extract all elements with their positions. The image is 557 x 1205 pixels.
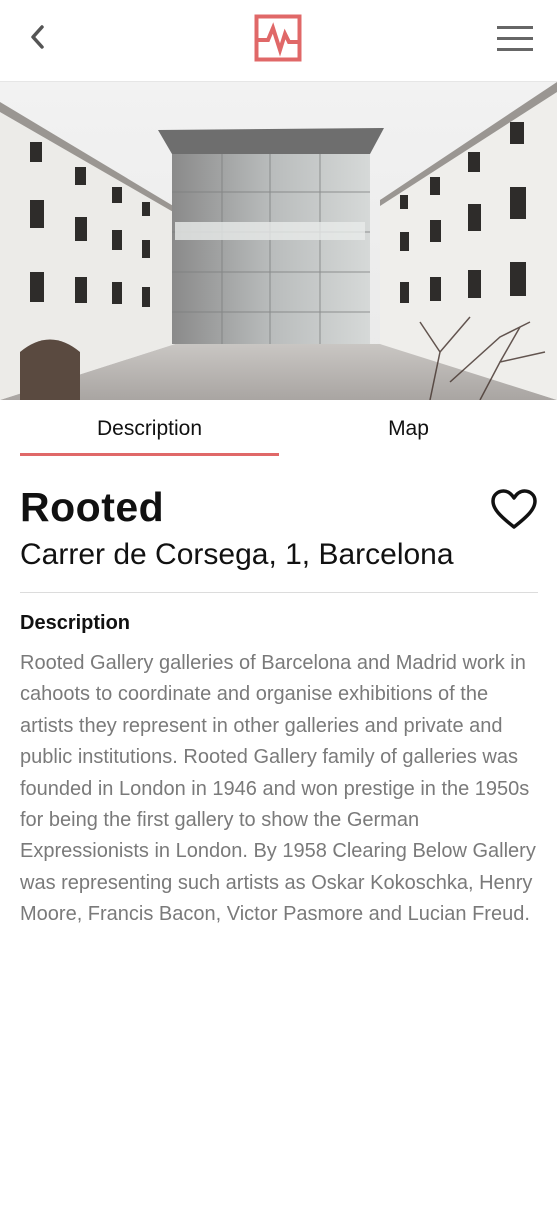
venue-title: Rooted [20,484,165,530]
divider [20,592,538,593]
hamburger-menu-icon[interactable] [494,20,536,56]
tab-bar: Description Map [20,400,538,458]
description-text: Rooted Gallery galleries of Barcelona an… [20,652,536,926]
active-tab-indicator [20,453,279,456]
tab-map[interactable]: Map [279,400,538,458]
back-button[interactable] [20,20,54,54]
pulse-logo-icon[interactable] [254,14,302,62]
heart-outline-icon[interactable] [490,488,538,530]
venue-address: Carrer de Corsega, 1, Barcelona [20,538,454,571]
description-heading: Description [20,612,131,634]
top-bar [0,0,557,82]
chevron-left-icon [31,25,44,49]
hero-image [0,82,557,400]
tab-description[interactable]: Description [20,400,279,458]
